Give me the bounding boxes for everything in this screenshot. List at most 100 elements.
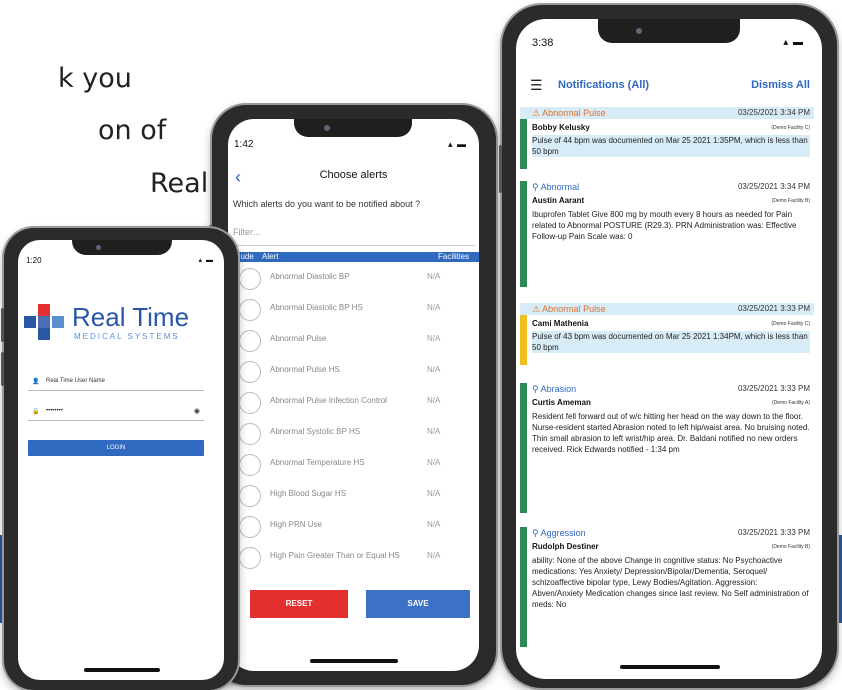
- include-checkbox[interactable]: [239, 299, 261, 321]
- include-checkbox[interactable]: [239, 485, 261, 507]
- volume-button: [1, 352, 4, 386]
- alert-row[interactable]: Abnormal Diastolic BP N/A: [228, 265, 479, 295]
- include-checkbox[interactable]: [239, 268, 261, 290]
- notifications-screen: 3:38 ▴ ▬ ☰ Notifications (All) Dismiss A…: [516, 19, 822, 679]
- camera-icon: [324, 125, 330, 131]
- include-checkbox[interactable]: [239, 516, 261, 538]
- alert-row[interactable]: Abnormal Temperature HS N/A: [228, 451, 479, 481]
- reset-button[interactable]: RESET: [250, 590, 348, 618]
- notification-date: 03/25/2021 3:33 PM: [737, 528, 810, 537]
- patient-name: Austin Aarant: [532, 196, 585, 205]
- cross-logo-icon: [24, 304, 64, 340]
- alert-facility: N/A: [427, 365, 441, 374]
- save-button[interactable]: SAVE: [366, 590, 470, 618]
- notifications-title: Notifications (All): [558, 79, 650, 91]
- eye-icon[interactable]: ◉: [194, 407, 200, 415]
- status-time: 1:42: [234, 139, 254, 150]
- wifi-battery-icon: ▴ ▬: [447, 139, 467, 149]
- dismiss-all-button[interactable]: Dismiss All: [751, 79, 810, 91]
- warning-icon: ⚠: [532, 304, 541, 314]
- alert-row[interactable]: Abnormal Systolic BP HS N/A: [228, 420, 479, 450]
- volume-button: [1, 308, 4, 342]
- alert-name: High Pain Greater Than or Equal HS: [270, 551, 400, 560]
- notification-card[interactable]: ⚲ Abrasion 03/25/2021 3:33 PM Curtis Ame…: [520, 383, 814, 513]
- alert-row[interactable]: Abnormal Diastolic BP HS N/A: [228, 296, 479, 326]
- include-checkbox[interactable]: [239, 423, 261, 445]
- notification-title: ⚠ Abnormal Pulse: [532, 304, 606, 315]
- notch: [598, 19, 740, 43]
- notification-title: ⚲ Abrasion: [532, 384, 576, 395]
- status-time: 3:38: [532, 37, 554, 49]
- facility-name: (Demo Facility A): [771, 400, 810, 406]
- include-checkbox[interactable]: [239, 454, 261, 476]
- alert-row[interactable]: Abnormal Pulse N/A: [228, 327, 479, 357]
- alert-facility: N/A: [427, 551, 441, 560]
- notification-body: Ibuprofen Tablet Give 800 mg by mouth ev…: [532, 210, 797, 241]
- alert-facility: N/A: [427, 427, 441, 436]
- alert-facility: N/A: [427, 396, 441, 405]
- notch: [294, 119, 412, 137]
- facility-name: (Demo Facility C): [771, 321, 810, 327]
- camera-icon: [96, 245, 101, 250]
- header-alert: Alert: [262, 252, 279, 261]
- notification-body: ability: None of the above Change in cog…: [532, 556, 809, 609]
- home-indicator: [620, 665, 720, 669]
- facility-name: (Demo Facility B): [771, 198, 810, 204]
- alert-facility: N/A: [427, 303, 441, 312]
- page-title: Choose alerts: [319, 169, 388, 181]
- include-checkbox[interactable]: [239, 330, 261, 352]
- choose-alerts-screen: 1:42 ▴ ▬ ‹ Choose alerts Which alerts do…: [228, 119, 479, 671]
- menu-icon[interactable]: ☰: [530, 77, 543, 94]
- logo-subtitle: MEDICAL SYSTEMS: [74, 332, 180, 341]
- volume-button: [499, 145, 502, 193]
- background-text-2: on of: [98, 115, 167, 146]
- alert-row[interactable]: High Pain Greater Than or Equal HS N/A: [228, 544, 479, 574]
- logo-name: Real Time: [72, 302, 190, 332]
- login-screen: 1:20 ▴ ▬ Real Time MEDICAL SYSTEMS 👤 Rea…: [18, 240, 224, 680]
- alert-facility: N/A: [427, 489, 441, 498]
- notifications-header: ☰ Notifications (All) Dismiss All: [516, 69, 822, 97]
- notification-card[interactable]: ⚠ Abnormal Pulse 03/25/2021 3:33 PM Cami…: [520, 303, 814, 365]
- include-checkbox[interactable]: [239, 547, 261, 569]
- patient-name: Cami Mathenia: [532, 319, 589, 328]
- notification-card[interactable]: ⚲ Aggression 03/25/2021 3:33 PM Rudolph …: [520, 527, 814, 647]
- alert-row[interactable]: High PRN Use N/A: [228, 513, 479, 543]
- lock-icon: 🔒: [32, 409, 40, 415]
- alert-row[interactable]: High Blood Sugar HS N/A: [228, 482, 479, 512]
- notification-date: 03/25/2021 3:34 PM: [737, 108, 810, 117]
- notification-body: Pulse of 44 bpm was documented on Mar 25…: [532, 135, 810, 157]
- password-field[interactable]: 🔒 •••••••• ◉: [28, 406, 204, 421]
- filter-input[interactable]: Filter...: [233, 222, 475, 246]
- background-text-1: k you: [58, 63, 132, 94]
- notification-title: ⚠ Abnormal Pulse: [532, 108, 606, 119]
- alert-name: High Blood Sugar HS: [270, 489, 347, 498]
- alert-name: Abnormal Pulse Infection Control: [270, 396, 387, 405]
- include-checkbox[interactable]: [239, 361, 261, 383]
- alert-facility: N/A: [427, 272, 441, 281]
- notification-type: Abrasion: [540, 384, 577, 394]
- include-checkbox[interactable]: [239, 392, 261, 414]
- notification-date: 03/25/2021 3:33 PM: [737, 304, 810, 313]
- notification-title: ⚲ Aggression: [532, 528, 586, 539]
- alert-facility: N/A: [427, 334, 441, 343]
- search-person-icon: ⚲: [532, 528, 539, 538]
- wifi-battery-icon: ▴ ▬: [198, 257, 214, 264]
- notification-body: Resident fell forward out of w/c hitting…: [532, 412, 810, 454]
- notification-type: Aggression: [540, 528, 586, 538]
- facility-name: (Demo Facility B): [771, 544, 810, 550]
- notification-date: 03/25/2021 3:34 PM: [737, 182, 810, 191]
- patient-name: Rudolph Destiner: [532, 542, 599, 551]
- header-facilities: Facilities: [438, 252, 470, 261]
- password-value: ••••••••: [46, 408, 63, 414]
- notification-card[interactable]: ⚠ Abnormal Pulse 03/25/2021 3:34 PM Bobb…: [520, 107, 814, 169]
- notification-card[interactable]: ⚲ Abnormal 03/25/2021 3:34 PM Austin Aar…: [520, 181, 814, 287]
- username-field[interactable]: 👤 Real Time User Name: [28, 376, 204, 391]
- app-logo: Real Time MEDICAL SYSTEMS: [18, 302, 198, 342]
- alerts-table-header: Include Alert Facilities: [228, 252, 479, 262]
- alert-row[interactable]: Abnormal Pulse HS N/A: [228, 358, 479, 388]
- alert-row[interactable]: Abnormal Pulse Infection Control N/A: [228, 389, 479, 419]
- login-button[interactable]: LOGIN: [28, 440, 204, 456]
- facility-name: (Demo Facility C): [771, 125, 810, 131]
- wifi-battery-icon: ▴ ▬: [783, 37, 804, 48]
- phone-choose-alerts: 1:42 ▴ ▬ ‹ Choose alerts Which alerts do…: [209, 105, 496, 685]
